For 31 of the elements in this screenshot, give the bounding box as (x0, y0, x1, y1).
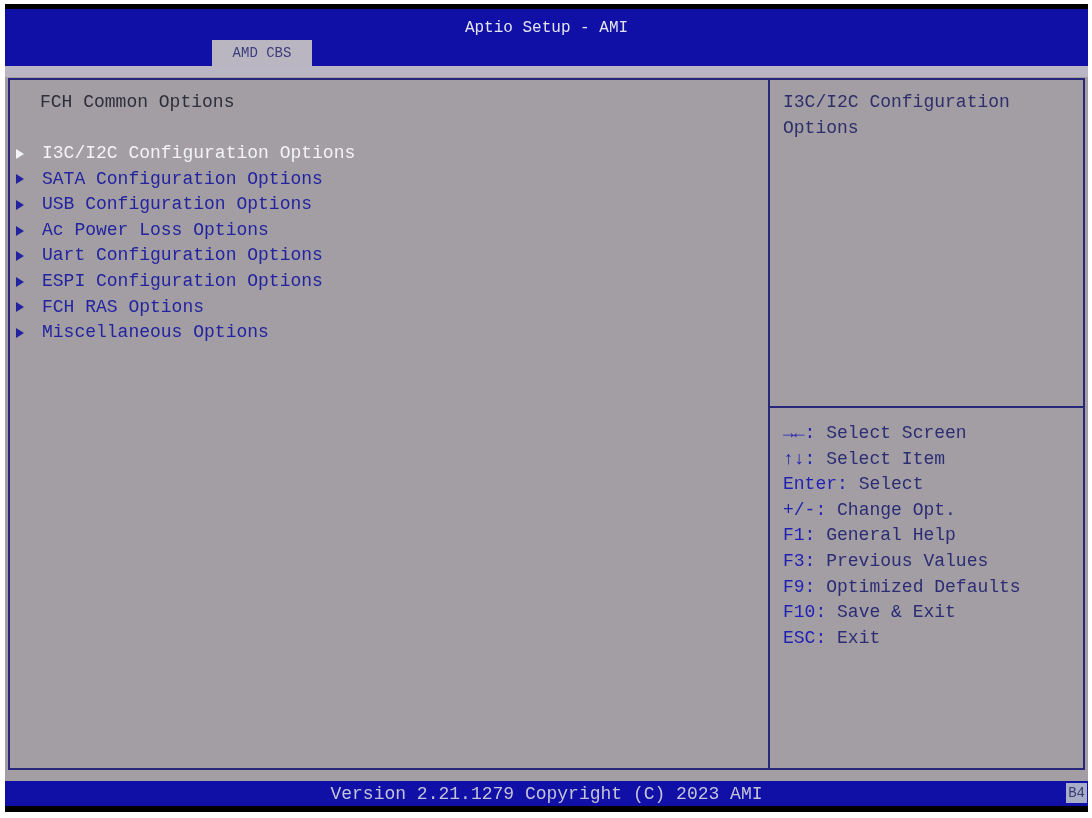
page-heading: FCH Common Options (40, 91, 235, 114)
key-hint: +/-: Change Opt. (783, 498, 956, 522)
triangle-icon (16, 302, 24, 313)
key-hint: F9: Optimized Defaults (783, 575, 1021, 599)
key-hint: →←: Select Screen (783, 422, 967, 445)
menu-item[interactable]: USB Configuration Options (16, 192, 313, 218)
menu-item[interactable]: Ac Power Loss Options (16, 217, 269, 244)
menu-item[interactable]: I3C/I2C Configuration Options (16, 141, 356, 167)
key-hint: ↑↓: Select Item (783, 447, 946, 471)
window-title: Aptio Setup - AMI (464, 18, 629, 38)
triangle-icon (16, 174, 24, 185)
triangle-icon (16, 225, 24, 236)
triangle-icon (16, 148, 24, 159)
key-hint: F3: Previous Values (783, 549, 989, 573)
menu-item[interactable]: SATA Configuration Options (16, 166, 323, 193)
key-hint: F1: General Help (783, 524, 956, 548)
triangle-icon (16, 200, 24, 210)
triangle-icon (16, 276, 24, 287)
help-description: I3C/I2C Configuration Options (783, 91, 1011, 140)
key-hint: ESC: Exit (783, 626, 881, 650)
key-hint: F10: Save & Exit (783, 601, 956, 625)
tab[interactable]: AMD CBS (212, 40, 312, 66)
menu-item[interactable]: Miscellaneous Options (16, 320, 269, 346)
version-text: Version 2.21.1279 Copyright (C) 2023 AMI (330, 782, 763, 805)
post-code: B4 (1066, 783, 1087, 803)
menu-item[interactable]: ESPI Configuration Options (16, 268, 323, 295)
menu-item[interactable]: FCH RAS Options (16, 294, 205, 321)
key-hint: Enter: Select (783, 473, 924, 497)
triangle-icon (16, 327, 24, 338)
menu-item[interactable]: Uart Configuration Options (16, 243, 323, 269)
triangle-icon (16, 251, 24, 262)
